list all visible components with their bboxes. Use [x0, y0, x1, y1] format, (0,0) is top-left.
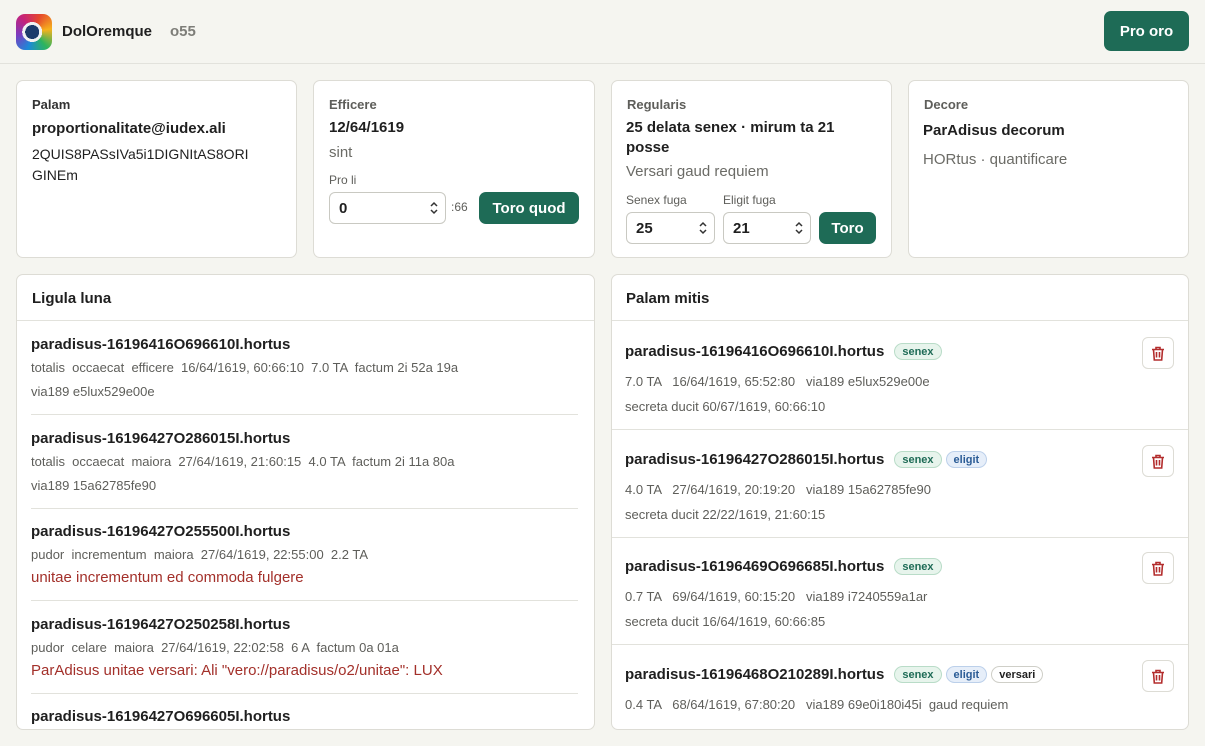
divider	[31, 414, 578, 415]
stepper-icon[interactable]	[429, 200, 439, 216]
divider	[17, 320, 594, 321]
primary-action-button[interactable]: Pro oro	[1104, 11, 1189, 51]
stepper-icon[interactable]	[794, 220, 804, 236]
pro-li-suffix: :66	[451, 200, 468, 214]
delete-button[interactable]	[1142, 552, 1174, 584]
regularis-title: 25 delata senex · mirum ta 21 posse	[626, 119, 835, 156]
eligit-badge: eligit	[945, 451, 988, 468]
list-item[interactable]: paradisus-16196468O210289I.hortus senex …	[612, 660, 1188, 726]
palam-mitis-panel: Palam mitis paradisus-16196416O696610I.h…	[611, 274, 1189, 730]
email-value: proportionalitate@iudex.ali	[32, 120, 226, 137]
delete-button[interactable]	[1142, 445, 1174, 477]
error-message: ParAdisus unitae versari: Ali "vero://pa…	[31, 662, 443, 679]
delete-button[interactable]	[1142, 337, 1174, 369]
list-item[interactable]: paradisus-16196416O696610I.hortus senex …	[612, 337, 1188, 433]
top-bar: DolOremque o55 Pro oro	[0, 0, 1205, 64]
regularis-card: Regularis 25 delata senex · mirum ta 21 …	[611, 80, 892, 258]
pro-li-label: Pro li	[329, 173, 357, 187]
card-label: Palam	[32, 97, 71, 112]
divider	[612, 644, 1188, 645]
delete-button[interactable]	[1142, 660, 1174, 692]
toro-quod-button[interactable]: Toro quod	[479, 192, 579, 224]
divider	[612, 537, 1188, 538]
senex-badge: senex	[894, 666, 942, 683]
card-label: Regularis	[627, 97, 687, 112]
divider	[612, 320, 1188, 321]
app-name: DolOremque	[62, 23, 153, 40]
divider	[31, 508, 578, 509]
app-code: o55	[170, 23, 196, 40]
palam-card: Palam proportionalitate@iudex.ali 2QUIS8…	[16, 80, 297, 258]
list-item[interactable]: paradisus-16196427O286015I.hortus senex …	[612, 445, 1188, 541]
list-item[interactable]: paradisus-16196427O286015I.hortus totali…	[31, 430, 578, 493]
error-message: unitae incrementum ed commoda fulgere	[31, 569, 304, 586]
versari-badge: versari	[991, 666, 1044, 683]
card-label: Efficere	[329, 97, 377, 112]
app-logo-icon[interactable]	[16, 14, 52, 50]
pro-li-input[interactable]: 0	[329, 192, 446, 224]
divider	[31, 693, 578, 694]
trash-icon	[1152, 561, 1164, 576]
list-item[interactable]: paradisus-16196427O250258I.hortus pudor …	[31, 616, 578, 679]
trash-icon	[1152, 669, 1164, 684]
list-item[interactable]: paradisus-16196427O696605I.hortus	[31, 708, 578, 725]
trash-icon	[1152, 454, 1164, 469]
eligit-badge: eligit	[945, 666, 988, 683]
senex-badge: senex	[894, 451, 942, 468]
panel-title: Palam mitis	[626, 290, 710, 307]
eligit-fuga-input[interactable]: 21	[723, 212, 811, 244]
decore-title: ParAdisus decorum	[923, 122, 1065, 139]
trash-icon	[1152, 346, 1164, 361]
list-item[interactable]: paradisus-16196469O696685I.hortus senex …	[612, 552, 1188, 648]
token-value: 2QUIS8PASsIVa5i1DIGNItAS8ORI GINEm	[32, 146, 249, 183]
senex-fuga-input[interactable]: 25	[626, 212, 715, 244]
toro-button[interactable]: Toro	[819, 212, 876, 244]
decore-sub: HORtus · quantificare	[923, 151, 1068, 168]
efficere-card: Efficere 12/64/1619 sint Pro li 0 :66 To…	[313, 80, 595, 258]
decore-card: Decore ParAdisus decorum HORtus · quanti…	[908, 80, 1189, 258]
ligula-luna-panel: Ligula luna paradisus-16196416O696610I.h…	[16, 274, 595, 730]
panel-title: Ligula luna	[32, 290, 112, 307]
eligit-fuga-label: Eligit fuga	[723, 193, 776, 207]
list-item[interactable]: paradisus-16196427O255500I.hortus pudor …	[31, 523, 578, 586]
divider	[612, 429, 1188, 430]
card-label: Decore	[924, 97, 969, 112]
senex-badge: senex	[894, 558, 942, 575]
regularis-sub: Versari gaud requiem	[626, 163, 769, 180]
efficere-date: 12/64/1619	[329, 119, 405, 136]
senex-fuga-label: Senex fuga	[626, 193, 687, 207]
efficere-sub: sint	[329, 144, 353, 161]
divider	[31, 600, 578, 601]
list-item[interactable]: paradisus-16196416O696610I.hortus totali…	[31, 336, 578, 399]
senex-badge: senex	[894, 343, 942, 360]
stepper-icon[interactable]	[698, 220, 708, 236]
